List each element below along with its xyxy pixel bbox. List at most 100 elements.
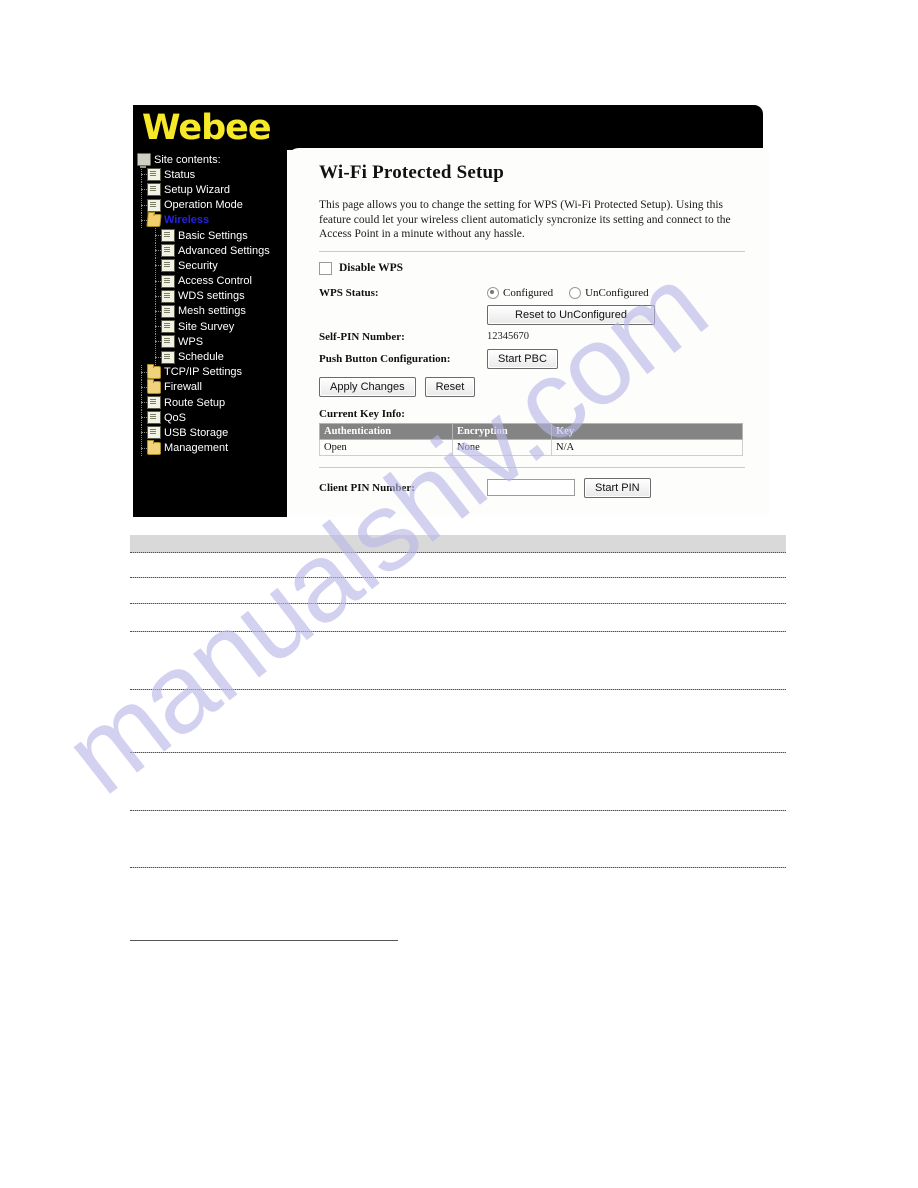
client-pin-row: Client PIN Number: Start PIN	[319, 477, 753, 498]
wps-status-row: WPS Status: Configured UnConfigured	[319, 286, 753, 299]
sidebar-item-status[interactable]: Status	[137, 167, 287, 183]
tree-connector	[137, 440, 147, 456]
sidebar-item-wps[interactable]: WPS	[137, 334, 287, 350]
disable-wps-checkbox[interactable]	[319, 261, 332, 275]
page-icon	[147, 426, 161, 440]
sidebar-item-tcp-ip-settings[interactable]: TCP/IP Settings	[137, 363, 287, 380]
table-row	[130, 689, 786, 752]
sidebar-item-label: Wireless	[164, 214, 210, 227]
sidebar-item-route-setup[interactable]: Route Setup	[137, 395, 287, 411]
page-title: Wi-Fi Protected Setup	[319, 162, 505, 183]
sidebar-item-label: Status	[164, 168, 196, 181]
current-key-info-table: Authentication Encryption Key Open None …	[319, 422, 743, 456]
sidebar-item-wireless[interactable]: Wireless	[137, 212, 287, 228]
folder-icon	[147, 439, 161, 455]
webee-logo: Webee	[142, 108, 272, 148]
folder-icon	[147, 378, 161, 394]
page-icon	[161, 274, 175, 288]
sidebar-item-access-control[interactable]: Access Control	[137, 273, 287, 289]
tree-connector	[151, 228, 161, 244]
page-icon	[161, 229, 175, 243]
key-cell-key: N/A	[551, 438, 743, 456]
divider-bottom	[319, 466, 745, 468]
page-icon	[147, 396, 161, 410]
sidebar-item-label: Schedule	[178, 351, 224, 364]
tree-connector	[137, 395, 147, 411]
sidebar-item-label: Management	[164, 442, 229, 455]
sidebar-item-management[interactable]: Management	[137, 439, 287, 456]
monitor-icon	[137, 153, 151, 169]
sidebar-item-label: Mesh settings	[178, 305, 246, 318]
sidebar-item-basic-settings[interactable]: Basic Settings	[137, 228, 287, 244]
table-row	[130, 631, 786, 689]
sidebar-item-list: Status Setup Wizard Operation Mode Wireless…	[137, 167, 287, 456]
table-row	[130, 752, 786, 810]
tree-connector	[137, 197, 147, 213]
sidebar-root: Site contents:	[137, 152, 287, 169]
sidebar-item-usb-storage[interactable]: USB Storage	[137, 425, 287, 441]
sidebar-item-label: Site Survey	[178, 320, 235, 333]
table-row	[130, 810, 786, 867]
key-col-authentication: Authentication	[319, 422, 453, 440]
site-contents-sidebar: Site contents: Status Setup Wizard Operati…	[133, 150, 287, 517]
sidebar-item-label: Firewall	[164, 381, 202, 394]
form-actions: Apply Changes Reset	[319, 376, 753, 397]
sidebar-item-wds-settings[interactable]: WDS settings	[137, 288, 287, 304]
page-description: This page allows you to change the setti…	[319, 199, 731, 240]
page-icon	[161, 289, 175, 303]
table-row	[130, 603, 786, 631]
key-cell-authentication: Open	[319, 438, 453, 456]
table-row: Open None N/A	[319, 438, 743, 456]
tree-connector	[151, 303, 161, 319]
key-col-key: Key	[551, 422, 743, 440]
page-icon	[147, 411, 161, 425]
sidebar-item-label: Setup Wizard	[164, 183, 231, 196]
current-key-info-label: Current Key Info:	[319, 407, 405, 420]
start-pin-button[interactable]: Start PIN	[584, 477, 651, 498]
page-icon	[147, 168, 161, 182]
wps-status-label: WPS Status:	[319, 286, 379, 299]
sidebar-item-firewall[interactable]: Firewall	[137, 378, 287, 395]
lower-table-rows	[130, 552, 786, 941]
client-pin-label: Client PIN Number:	[319, 481, 415, 494]
sidebar-item-label: QoS	[164, 411, 187, 424]
radio-unconfigured[interactable]	[569, 286, 582, 299]
disable-wps-row[interactable]: Disable WPS	[319, 261, 753, 275]
sidebar-item-mesh-settings[interactable]: Mesh settings	[137, 303, 287, 319]
reset-button[interactable]: Reset	[424, 376, 476, 397]
sidebar-item-security[interactable]: Security	[137, 258, 287, 274]
reset-to-unconfigured-button[interactable]: Reset to UnConfigured	[487, 304, 655, 325]
sidebar-item-label: WPS	[178, 335, 204, 348]
sidebar-item-advanced-settings[interactable]: Advanced Settings	[137, 243, 287, 259]
sidebar-item-label: WDS settings	[178, 290, 245, 303]
tree-connector	[137, 379, 147, 395]
page-icon	[147, 183, 161, 197]
start-pbc-button[interactable]: Start PBC	[487, 348, 558, 369]
tree-connector	[151, 349, 161, 365]
sidebar-item-qos[interactable]: QoS	[137, 410, 287, 426]
self-pin-value: 12345670	[487, 331, 529, 342]
sidebar-item-site-survey[interactable]: Site Survey	[137, 319, 287, 335]
radio-configured-label: Configured	[503, 286, 554, 299]
radio-configured[interactable]	[487, 286, 499, 299]
page-icon	[161, 304, 175, 318]
page-icon	[161, 259, 175, 273]
sidebar-item-label: Security	[178, 259, 218, 272]
sidebar-item-operation-mode[interactable]: Operation Mode	[137, 197, 287, 213]
reset-unconfigured-row: Reset to UnConfigured	[319, 304, 753, 325]
self-pin-row: Self-PIN Number: 12345670	[319, 331, 753, 343]
sidebar-item-label: Access Control	[178, 275, 252, 288]
tree-connector	[137, 425, 147, 441]
page-icon	[161, 350, 175, 364]
key-col-encryption: Encryption	[452, 422, 552, 440]
client-pin-input[interactable]	[487, 479, 575, 496]
apply-changes-button[interactable]: Apply Changes	[319, 376, 416, 397]
table-row	[130, 867, 786, 940]
tree-connector	[137, 167, 147, 183]
sidebar-item-schedule[interactable]: Schedule	[137, 349, 287, 365]
tree-connector	[151, 243, 161, 259]
sidebar-tree: Site contents: Status Setup Wizard Operati…	[133, 150, 287, 456]
tree-connector	[151, 334, 161, 350]
content-panel: Wi-Fi Protected Setup This page allows y…	[287, 148, 769, 517]
sidebar-item-setup-wizard[interactable]: Setup Wizard	[137, 182, 287, 198]
